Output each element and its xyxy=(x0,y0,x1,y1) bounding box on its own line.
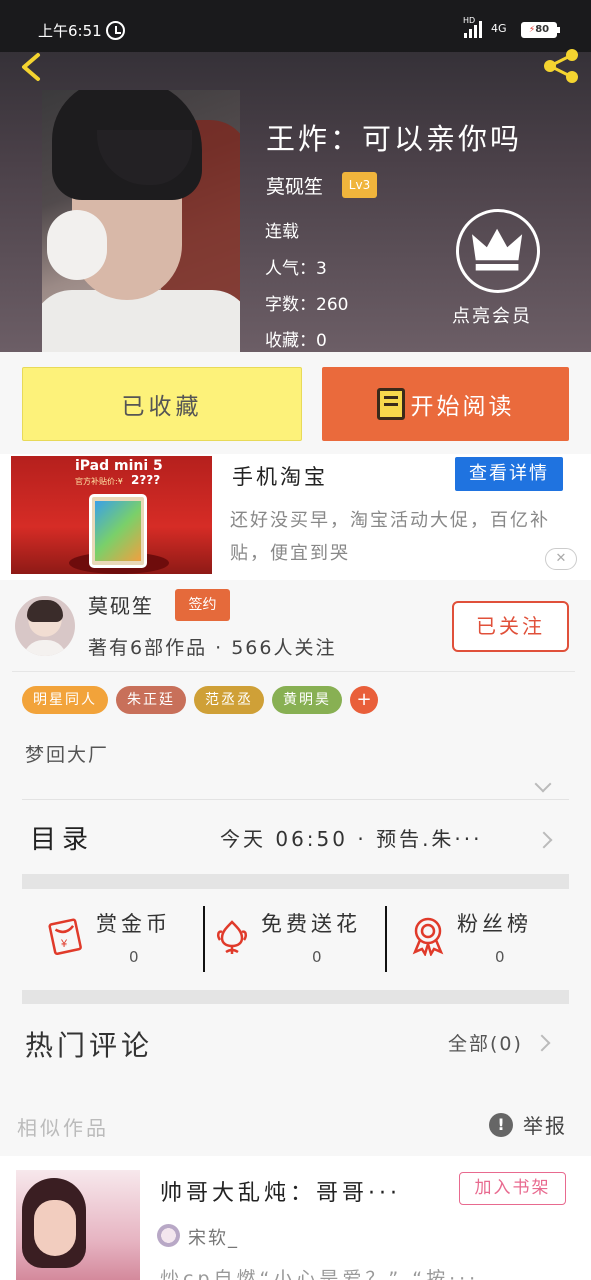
stat-label: 粉丝榜 xyxy=(457,912,532,936)
ad-image[interactable]: iPad mini 5 官方补贴价:¥ 2??? xyxy=(11,456,212,574)
signal-icon xyxy=(464,20,488,38)
battery-icon: 80 xyxy=(521,22,560,38)
ad-detail-button[interactable]: 查看详情 xyxy=(455,457,563,491)
stat-label: 免费送花 xyxy=(261,912,361,936)
divider xyxy=(203,906,205,972)
divider xyxy=(22,799,569,800)
hot-comments-title: 热门评论 xyxy=(25,1029,154,1062)
chevron-down-icon[interactable] xyxy=(534,775,552,793)
svg-text:¥: ¥ xyxy=(60,938,68,950)
vip-label[interactable]: 点亮会员 xyxy=(452,302,532,328)
ad-title[interactable]: 手机淘宝 xyxy=(232,461,328,491)
book-header: 上午6:51 HD 4G 80 王炸：可以亲你吗 莫砚笙 Lv3 连载 人气：3… xyxy=(0,0,591,352)
avatar xyxy=(157,1224,180,1247)
signed-badge: 签约 xyxy=(175,589,230,621)
follow-button[interactable]: 已关注 xyxy=(452,601,569,652)
back-icon[interactable] xyxy=(18,52,46,82)
section-separator xyxy=(22,874,569,889)
author-name[interactable]: 莫砚笙 xyxy=(88,590,154,619)
status-bar: 上午6:51 HD 4G 80 xyxy=(0,0,591,52)
book-details: 莫砚笙 签约 著有6部作品 · 566人关注 已关注 明星同人 朱正廷 范丞丞 … xyxy=(0,580,591,1100)
ad-description: 还好没买早，淘宝活动大促，百亿补贴，便宜到哭 xyxy=(230,510,550,564)
stat-label: 赏金币 xyxy=(96,912,171,936)
ad-image-title: iPad mini 5 xyxy=(75,458,163,474)
tag-item[interactable]: 黄明昊 xyxy=(272,686,342,714)
book-icon xyxy=(376,388,405,420)
network-type: 4G xyxy=(491,22,507,35)
flower-icon xyxy=(217,920,247,954)
add-to-shelf-button[interactable]: 加入书架 xyxy=(459,1172,566,1205)
stat-value: 0 xyxy=(312,948,322,966)
medal-icon xyxy=(412,917,444,956)
similar-work-item[interactable]: 帅哥大乱炖：哥哥··· 加入书架 宋软_ 炒cp自燃“小心是爱？” “按··· xyxy=(0,1156,591,1280)
collected-label: 已收藏 xyxy=(121,394,203,420)
similar-work-title[interactable]: 帅哥大乱炖：哥哥··· xyxy=(160,1175,401,1207)
fan-ranking-button[interactable]: 粉丝榜 0 xyxy=(408,902,568,974)
reward-coins-button[interactable]: ¥ 赏金币 0 xyxy=(40,902,200,974)
battery-level: 80 xyxy=(523,24,555,36)
close-icon[interactable]: ✕ xyxy=(545,548,577,570)
divider xyxy=(385,906,387,972)
tag-item[interactable]: 朱正廷 xyxy=(116,686,186,714)
similar-work-desc: 炒cp自燃“小心是爱？” “按··· xyxy=(160,1268,480,1280)
book-author[interactable]: 莫砚笙 xyxy=(266,172,323,199)
favorites-count: 收藏：0 xyxy=(265,331,327,351)
book-intro: 梦回大厂 xyxy=(25,744,110,766)
ad-image-subtitle: 官方补贴价:¥ xyxy=(75,477,123,486)
divider xyxy=(12,671,575,672)
all-comments-link[interactable]: 全部(0) xyxy=(448,1029,523,1056)
word-count: 字数：260 xyxy=(265,295,349,315)
ad-image-price: 2??? xyxy=(131,473,161,487)
report-button[interactable]: 举报 xyxy=(523,1110,567,1139)
ad-banner[interactable]: iPad mini 5 官方补贴价:¥ 2??? 手机淘宝 查看详情 还好没买早… xyxy=(0,454,591,580)
section-separator xyxy=(22,990,569,1004)
add-tag-button[interactable]: + xyxy=(350,686,378,714)
chevron-right-icon[interactable] xyxy=(533,1034,551,1052)
red-envelope-icon: ¥ xyxy=(48,918,82,956)
serial-status: 连载 xyxy=(265,222,299,242)
free-flower-button[interactable]: 免费送花 0 xyxy=(212,902,384,974)
toc-latest-chapter[interactable]: 今天 06:50 · 预告.朱··· xyxy=(220,823,483,852)
crown-icon[interactable] xyxy=(456,209,540,293)
start-reading-label: 开始阅读 xyxy=(410,394,515,420)
tag-list: 明星同人 朱正廷 范丞丞 黄明昊 + xyxy=(22,686,378,714)
avatar[interactable] xyxy=(15,596,75,656)
status-time: 上午6:51 xyxy=(38,22,102,40)
report-icon[interactable]: ! xyxy=(489,1113,513,1137)
similar-works-label: 相似作品 xyxy=(17,1116,109,1140)
alarm-icon xyxy=(106,21,125,40)
start-reading-button[interactable]: 开始阅读 xyxy=(322,367,569,441)
tag-item[interactable]: 范丞丞 xyxy=(194,686,264,714)
similar-work-cover[interactable] xyxy=(16,1170,140,1280)
book-title: 王炸：可以亲你吗 xyxy=(266,122,523,156)
tag-item[interactable]: 明星同人 xyxy=(22,686,108,714)
book-cover[interactable] xyxy=(42,90,240,352)
share-icon[interactable] xyxy=(540,48,582,84)
similar-work-author: 宋软_ xyxy=(188,1228,239,1249)
stat-value: 0 xyxy=(129,948,139,966)
collected-button[interactable]: 已收藏 xyxy=(22,367,302,441)
toc-title[interactable]: 目录 xyxy=(30,819,94,856)
chevron-right-icon[interactable] xyxy=(535,831,553,849)
author-stats: 著有6部作品 · 566人关注 xyxy=(88,637,337,659)
level-badge: Lv3 xyxy=(342,172,377,198)
stat-value: 0 xyxy=(495,948,505,966)
popularity: 人气：3 xyxy=(265,259,327,279)
